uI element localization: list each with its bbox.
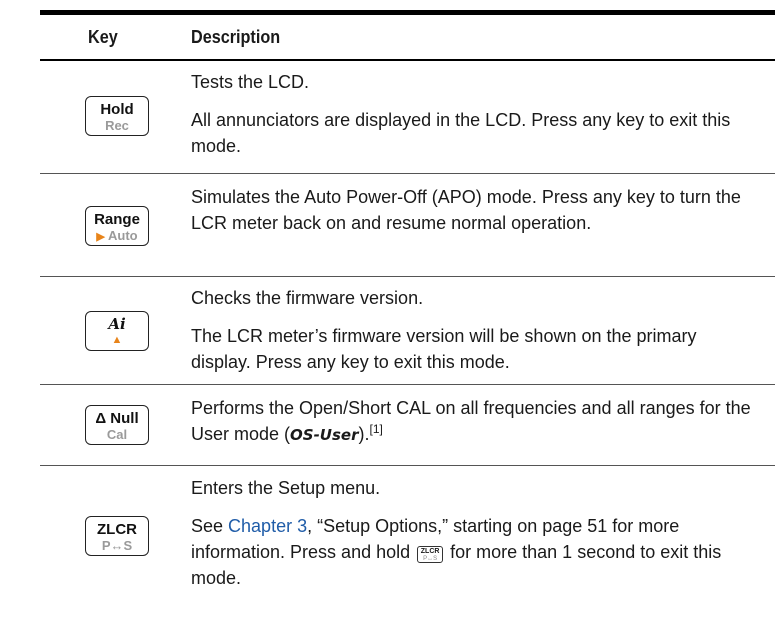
key-column-header: Key — [88, 27, 118, 47]
key-secondary-label: Cal — [106, 427, 128, 442]
row-description: Enters the Setup menu. See Chapter 3, “S… — [191, 475, 761, 591]
description-line: Simulates the Auto Power-Off (APO) mode.… — [191, 187, 741, 233]
description-line: See Chapter 3, “Setup Options,” starting… — [191, 516, 722, 588]
key-primary-label: Δ Null — [95, 410, 139, 427]
description-line: Performs the Open/Short CAL on all frequ… — [191, 398, 751, 444]
range-auto-key-icon: Range ▶ Auto — [85, 206, 149, 246]
key-primary-label: ZLCR — [97, 521, 137, 538]
chapter-3-link[interactable]: Chapter 3 — [228, 516, 307, 536]
os-user-display-code: OS-User — [290, 426, 359, 444]
row-description: Performs the Open/Short CAL on all frequ… — [191, 395, 761, 448]
description-line: Enters the Setup menu. — [191, 478, 381, 498]
table-row-null: Δ Null Cal Performs the Open/Short CAL o… — [40, 385, 775, 466]
table-row-ai: Ai ▲ Checks the firmware version. The LC… — [40, 277, 775, 385]
null-cal-key-icon: Δ Null Cal — [85, 405, 149, 445]
key-primary-label: Ai — [108, 315, 126, 333]
row-description: Simulates the Auto Power-Off (APO) mode.… — [191, 184, 761, 236]
row-description: Tests the LCD. All annunciators are disp… — [191, 69, 761, 159]
key-primary-label: Hold — [100, 101, 134, 118]
play-arrow-icon: ▶ — [96, 231, 105, 243]
hold-rec-key-icon: Hold Rec — [85, 96, 149, 136]
table-row-range: Range ▶ Auto Simulates the Auto Power-Of… — [40, 174, 775, 277]
footnote-ref[interactable]: [1] — [370, 422, 383, 436]
table-header: Key Description — [40, 15, 775, 61]
table-row-hold: Hold Rec Tests the LCD. All annunciators… — [40, 61, 775, 174]
table-row-zlcr: ZLCR P↔S Enters the Setup menu. See Chap… — [40, 466, 775, 596]
row-description: Checks the firmware version. The LCR met… — [191, 285, 761, 375]
description-line: Checks the firmware version. — [191, 288, 424, 308]
zlcr-inline-key-icon: ZLCR P↔S — [417, 546, 444, 563]
description-line: Tests the LCD. — [191, 72, 310, 92]
key-secondary-label: Rec — [105, 118, 129, 133]
ai-key-icon: Ai ▲ — [85, 311, 149, 351]
up-arrow-icon: ▲ — [111, 334, 123, 346]
description-line: The LCR meter’s firmware version will be… — [191, 326, 697, 372]
description-column-header: Description — [191, 27, 281, 47]
description-line: All annunciators are displayed in the LC… — [191, 110, 731, 156]
zlcr-key-icon: ZLCR P↔S — [85, 516, 149, 556]
key-secondary-label: P↔S — [101, 538, 133, 553]
key-secondary-label: ▶ Auto — [96, 228, 138, 243]
key-primary-label: Range — [94, 211, 140, 228]
key-description-table: Key Description Hold Rec Tests the LCD. … — [40, 10, 775, 596]
